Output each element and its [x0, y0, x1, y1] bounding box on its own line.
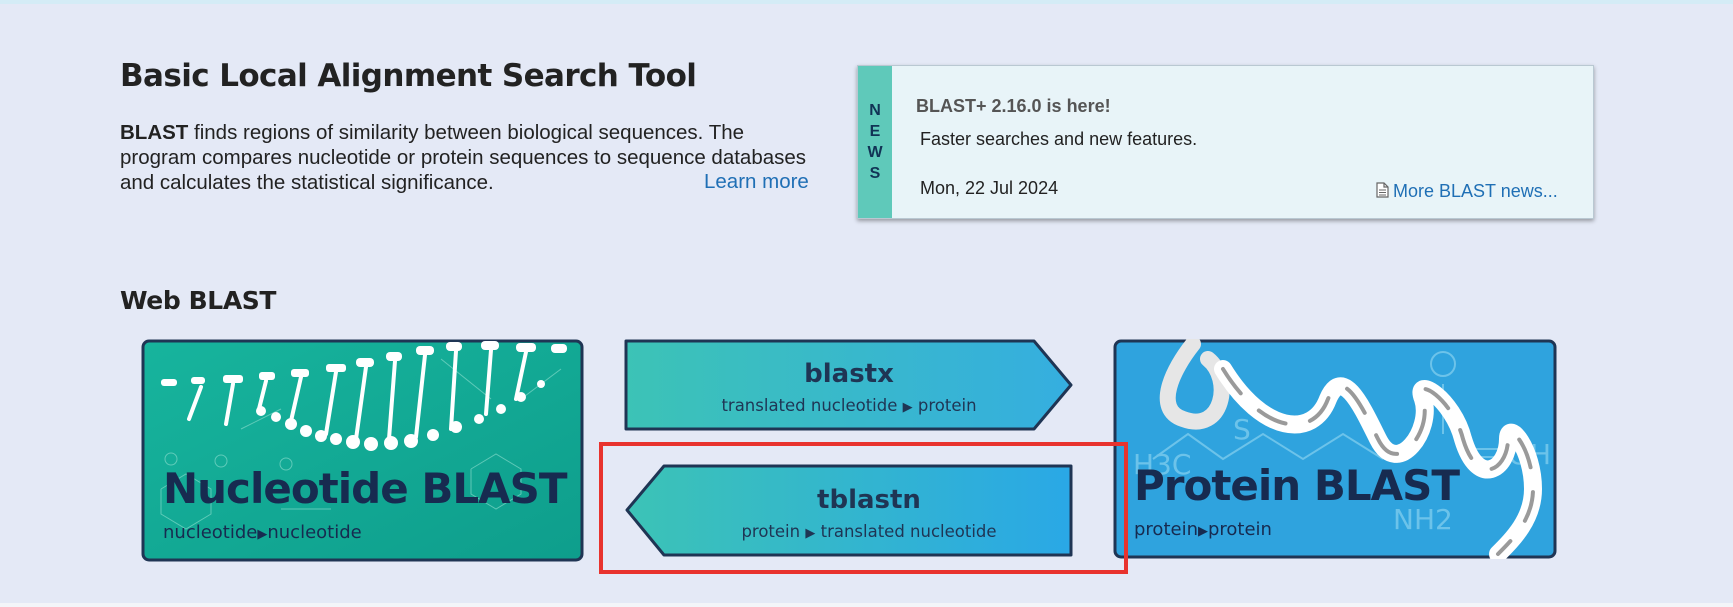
news-text: Faster searches and new features. [920, 129, 1198, 149]
news-headline: BLAST+ 2.16.0 is here! [916, 96, 1111, 116]
blastx-subtitle: translated nucleotide ▶ protein [624, 396, 1074, 415]
arrow-right-icon: ▶ [257, 527, 268, 542]
news-tab-letter: W [867, 144, 883, 161]
blastx-title: blastx [804, 359, 894, 389]
page-title: Basic Local Alignment Search Tool [120, 58, 697, 94]
svg-text:S: S [1233, 413, 1251, 446]
news-box: N E W S BLAST+ 2.16.0 is here! Faster se… [857, 65, 1594, 219]
blastx-from: translated nucleotide [721, 396, 898, 415]
nucleotide-from: nucleotide [163, 522, 258, 543]
news-tab-letter: N [869, 102, 881, 119]
news-date: Mon, 22 Jul 2024 [920, 178, 1059, 198]
news-tab: N E W S [858, 66, 892, 218]
nucleotide-to: nucleotide [267, 522, 362, 543]
nucleotide-blast-title: Nucleotide BLAST [163, 464, 568, 513]
top-bar [0, 0, 1733, 4]
more-news-label: More BLAST news... [1393, 181, 1558, 201]
arrow-right-icon: ▶ [902, 400, 913, 415]
tblastn-title: tblastn [817, 485, 921, 515]
arrow-right-icon: ▶ [1197, 524, 1208, 539]
tblastn-to: translated nucleotide [820, 522, 997, 541]
news-tab-letter: S [869, 165, 881, 182]
protein-blast-card[interactable]: S H3C OH NH2 Protein BLAST protein▶prote… [1113, 339, 1557, 559]
tblastn-subtitle: protein ▶ translated nucleotide [644, 522, 1094, 541]
bottom-divider [0, 603, 1733, 607]
learn-more-link[interactable]: Learn more [704, 170, 809, 194]
protein-from: protein [1134, 519, 1198, 540]
more-news-link[interactable]: More BLAST news... [1376, 181, 1558, 202]
arrow-right-icon: ▶ [805, 526, 816, 541]
news-tab-letter: E [869, 123, 881, 140]
intro-bold: BLAST [120, 121, 189, 144]
protein-blast-title: Protein BLAST [1134, 461, 1460, 510]
document-icon [1376, 182, 1389, 198]
tblastn-card[interactable]: tblastn protein ▶ translated nucleotide [624, 464, 1074, 557]
blastx-card[interactable]: blastx translated nucleotide ▶ protein [624, 339, 1074, 431]
nucleotide-blast-card[interactable]: Nucleotide BLAST nucleotide▶nucleotide [141, 339, 584, 562]
protein-blast-subtitle: protein▶protein [1134, 519, 1272, 540]
blastx-to: protein [917, 396, 977, 415]
tblastn-from: protein [741, 522, 801, 541]
section-title-web-blast: Web BLAST [120, 286, 277, 315]
nucleotide-blast-subtitle: nucleotide▶nucleotide [163, 522, 362, 543]
protein-to: protein [1207, 519, 1272, 540]
